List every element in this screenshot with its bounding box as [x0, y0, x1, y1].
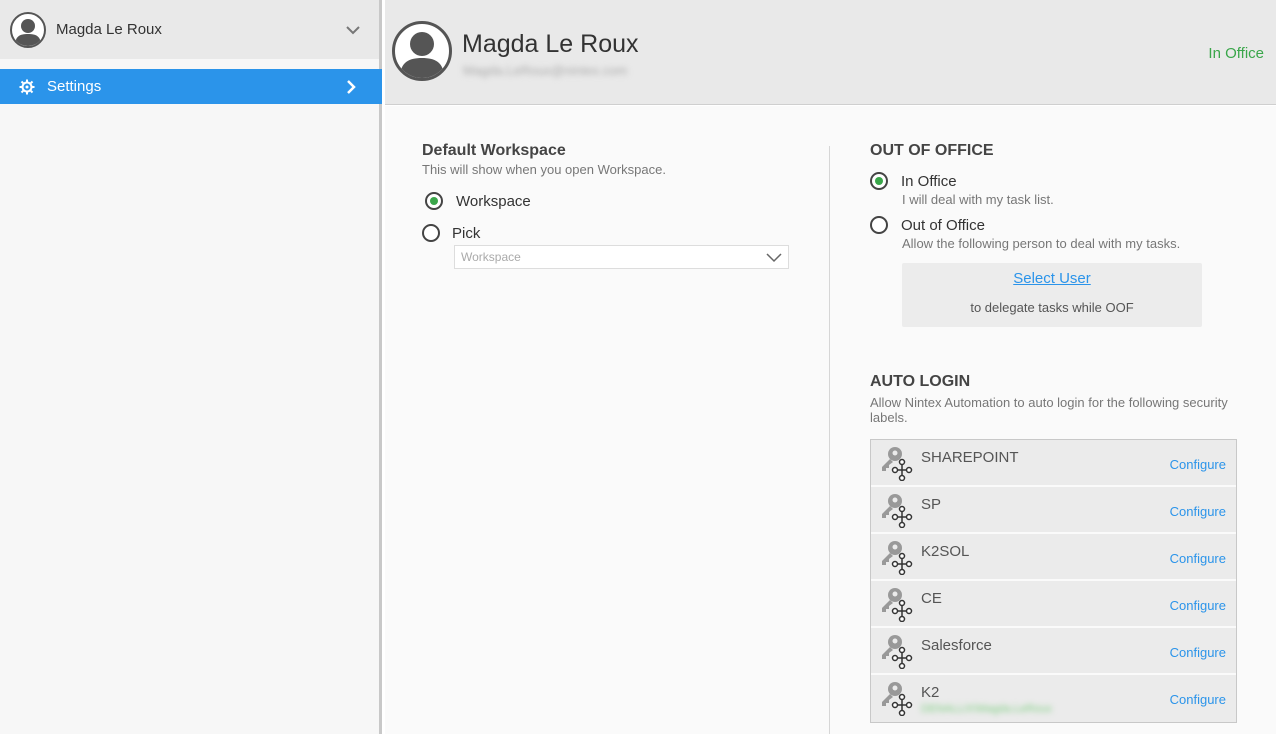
status-badge: In Office: [1208, 45, 1264, 62]
radio-description: Allow the following person to deal with …: [902, 236, 1181, 251]
settings-panel: Default Workspace This will show when yo…: [385, 106, 1276, 734]
sidebar: Magda Le Roux Settings: [0, 0, 382, 734]
sidebar-item-label: Settings: [47, 78, 102, 95]
key-network-icon: [882, 494, 913, 528]
person-silhouette-icon: [15, 18, 41, 46]
section-title: Default Workspace: [422, 142, 566, 159]
section-description: Allow Nintex Automation to auto login fo…: [870, 395, 1228, 425]
radio-description: I will deal with my task list.: [902, 192, 1054, 207]
security-label-name: SP: [921, 496, 942, 513]
radio-label: Pick: [452, 224, 481, 242]
gear-icon: [19, 79, 35, 94]
radio-button[interactable]: [425, 192, 443, 210]
avatar-large: [392, 21, 452, 81]
chevron-right-icon: [347, 80, 356, 94]
radio-label: Workspace: [456, 192, 531, 210]
default-workspace-section: Default Workspace This will show when yo…: [422, 142, 792, 269]
security-label-list: SHAREPOINT Configure SP Configure K2SOL Confi…: [870, 439, 1237, 723]
configure-link[interactable]: Configure: [1170, 457, 1226, 472]
select-user-link[interactable]: Select User: [902, 270, 1202, 287]
security-label-name: Salesforce: [921, 637, 992, 654]
security-label-name: K2SOL: [921, 543, 970, 560]
configure-link[interactable]: Configure: [1170, 692, 1226, 707]
key-network-icon: [882, 682, 913, 716]
security-label-name: SHAREPOINT: [921, 449, 1019, 466]
configure-link[interactable]: Configure: [1170, 504, 1226, 519]
chevron-down-icon[interactable]: [345, 22, 361, 38]
avatar: [10, 11, 46, 48]
radio-button[interactable]: [870, 172, 888, 190]
key-network-icon: [882, 541, 913, 575]
profile-header: Magda Le Roux Magda.LeRoux@nintex.com In…: [385, 0, 1276, 105]
radio-out-of-office[interactable]: Out of Office: [870, 216, 985, 234]
profile-email: Magda.LeRoux@nintex.com: [463, 63, 628, 78]
select-value: Workspace: [461, 250, 521, 264]
radio-label: Out of Office: [901, 216, 985, 234]
radio-button[interactable]: [870, 216, 888, 234]
person-silhouette-icon: [400, 32, 444, 78]
radio-label: In Office: [901, 172, 957, 190]
user-menu[interactable]: Magda Le Roux: [0, 0, 379, 59]
radio-workspace[interactable]: Workspace: [425, 192, 531, 210]
delegate-box: Select User to delegate tasks while OOF: [902, 263, 1202, 327]
sidebar-item-settings[interactable]: Settings: [0, 69, 382, 104]
configure-link[interactable]: Configure: [1170, 598, 1226, 613]
security-label-name: CE: [921, 590, 942, 607]
security-label-name: K2: [921, 684, 940, 701]
key-network-icon: [882, 447, 913, 481]
workspace-select[interactable]: Workspace: [454, 245, 789, 269]
section-title: AUTO LOGIN: [870, 373, 971, 390]
chevron-down-icon: [766, 253, 782, 263]
auto-login-section: AUTO LOGIN Allow Nintex Automation to au…: [870, 373, 1230, 425]
security-label-row: Salesforce Configure: [871, 628, 1236, 675]
radio-in-office[interactable]: In Office: [870, 172, 957, 190]
security-label-row: CE Configure: [871, 581, 1236, 628]
security-label-row: K2 DENALLIX\Magda.LeRoux Configure: [871, 675, 1236, 722]
configure-link[interactable]: Configure: [1170, 645, 1226, 660]
key-network-icon: [882, 635, 913, 669]
delegate-note: to delegate tasks while OOF: [970, 300, 1134, 315]
out-of-office-section: OUT OF OFFICE In Office I will deal with…: [870, 142, 1240, 723]
section-title: OUT OF OFFICE: [870, 142, 994, 159]
column-divider: [829, 146, 830, 734]
security-label-user: DENALLIX\Magda.LeRoux: [921, 703, 1052, 715]
security-label-row: SHAREPOINT Configure: [871, 440, 1236, 487]
radio-button[interactable]: [422, 224, 440, 242]
key-network-icon: [882, 588, 913, 622]
security-label-row: SP Configure: [871, 487, 1236, 534]
user-name: Magda Le Roux: [56, 21, 162, 38]
configure-link[interactable]: Configure: [1170, 551, 1226, 566]
radio-pick[interactable]: Pick: [422, 224, 480, 242]
profile-name: Magda Le Roux: [462, 30, 639, 58]
security-label-row: K2SOL Configure: [871, 534, 1236, 581]
section-description: This will show when you open Workspace.: [422, 162, 666, 177]
